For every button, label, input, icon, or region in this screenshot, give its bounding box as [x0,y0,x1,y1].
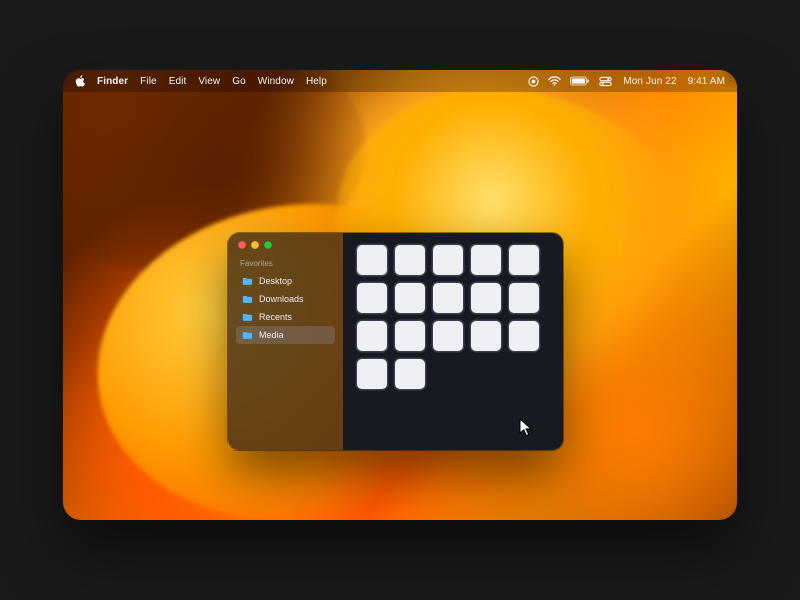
sidebar-item-downloads[interactable]: Downloads [236,290,335,308]
sidebar-item-recents[interactable]: Recents [236,308,335,326]
finder-window[interactable]: Favorites Desktop Downloads Recents Media [228,233,563,450]
menubar-item-help[interactable]: Help [306,76,327,87]
thumbnail[interactable] [357,245,387,275]
menubar-app-name[interactable]: Finder [97,76,128,87]
folder-icon [242,313,253,322]
menubar-item-view[interactable]: View [198,76,220,87]
sidebar-item-label: Recents [259,313,292,322]
thumbnail[interactable] [395,283,425,313]
sidebar-item-label: Desktop [259,277,292,286]
thumbnail[interactable] [395,245,425,275]
desktop-screen: Finder File Edit View Go Window Help [63,70,737,520]
apple-logo-icon[interactable] [75,75,85,87]
finder-content[interactable] [343,233,563,450]
control-center-icon[interactable] [599,76,612,87]
close-button[interactable] [238,241,246,249]
thumbnail-grid [357,245,549,389]
menubar-item-file[interactable]: File [140,76,157,87]
menubar-date[interactable]: Mon Jun 22 [623,76,676,87]
thumbnail[interactable] [357,283,387,313]
thumbnail[interactable] [509,245,539,275]
sidebar-item-desktop[interactable]: Desktop [236,272,335,290]
sidebar-item-label: Media [259,331,284,340]
menubar-item-go[interactable]: Go [232,76,246,87]
menubar-right: Mon Jun 22 9:41 AM [528,76,725,87]
sidebar-item-label: Downloads [259,295,304,304]
menubar-item-window[interactable]: Window [258,76,294,87]
menubar-time[interactable]: 9:41 AM [688,76,725,87]
thumbnail[interactable] [433,283,463,313]
thumbnail[interactable] [433,245,463,275]
folder-icon [242,331,253,340]
sidebar-favorites-list: Desktop Downloads Recents Media [236,272,335,344]
thumbnail[interactable] [357,359,387,389]
record-icon[interactable] [528,76,539,87]
thumbnail[interactable] [395,359,425,389]
thumbnail[interactable] [509,321,539,351]
thumbnail[interactable] [433,321,463,351]
sidebar-item-media[interactable]: Media [236,326,335,344]
menubar-left: Finder File Edit View Go Window Help [75,75,327,87]
window-controls [236,241,335,249]
folder-icon [242,277,253,286]
sidebar-section-label: Favorites [240,259,335,268]
thumbnail[interactable] [395,321,425,351]
minimize-button[interactable] [251,241,259,249]
thumbnail[interactable] [471,245,501,275]
thumbnail[interactable] [471,283,501,313]
thumbnail[interactable] [357,321,387,351]
wifi-icon[interactable] [548,76,561,86]
battery-icon[interactable] [570,76,590,86]
zoom-button[interactable] [264,241,272,249]
folder-icon [242,295,253,304]
menubar-item-edit[interactable]: Edit [169,76,187,87]
finder-sidebar: Favorites Desktop Downloads Recents Media [228,233,343,450]
thumbnail[interactable] [471,321,501,351]
thumbnail[interactable] [509,283,539,313]
menubar: Finder File Edit View Go Window Help [63,70,737,92]
